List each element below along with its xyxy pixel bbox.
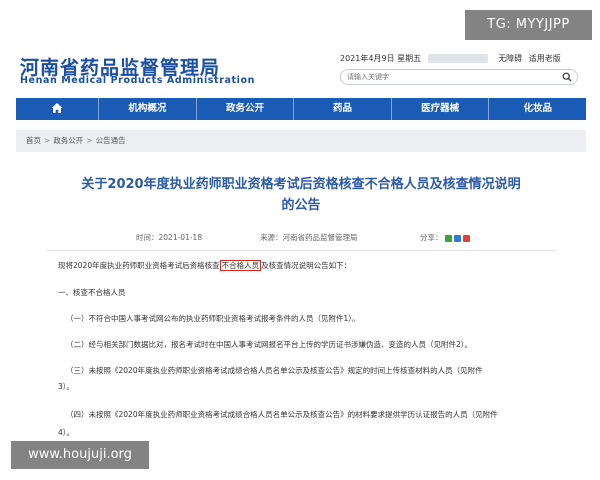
article-intro: 现将2020年度执业药师职业资格考试后资格核查 不合格人员 及核查情况说明公告如下： bbox=[58, 260, 351, 272]
date-bar: 2021年4月9日 星期五 无障碍 适用老版 bbox=[340, 53, 561, 64]
intro-after: 及核查情况说明公告如下： bbox=[261, 261, 352, 270]
qzone-share-icon[interactable] bbox=[453, 234, 461, 242]
list-item: （三）未按照《2020年度执业药师职业资格考试成绩合格人员名单公示及核查公告》规… bbox=[66, 366, 483, 375]
source-value: 河南省药品监督管理局 bbox=[282, 233, 358, 242]
share-label: 分享： bbox=[420, 233, 443, 242]
article-source: 来源：河南省药品监督管理局 bbox=[260, 232, 358, 243]
list-item: （二）经与相关部门数据比对，报名考试时在中国人事考试网报名平台上传的学历证书涉嫌… bbox=[66, 340, 473, 349]
nav-item-cosmetics[interactable]: 化妆品 bbox=[489, 98, 586, 120]
publish-time-value: 2021-01-18 bbox=[158, 233, 203, 242]
publish-time: 时间：2021-01-18 bbox=[136, 232, 202, 243]
list-item-continuation: 4）。 bbox=[58, 428, 75, 437]
breadcrumb-home[interactable]: 首页 bbox=[26, 136, 41, 145]
source-label: 来源： bbox=[260, 233, 283, 242]
main-nav: 机构概况 政务公开 药品 医疗器械 化妆品 bbox=[16, 98, 586, 120]
section-heading: 一、核查不合格人员 bbox=[58, 288, 126, 297]
accessibility-link[interactable]: 无障碍 bbox=[498, 54, 522, 63]
breadcrumb-separator: > bbox=[86, 136, 93, 145]
list-item: （一）不符合中国人事考试网公布的执业药师职业资格考试报考条件的人员（见附件1）。 bbox=[66, 314, 360, 323]
weibo-share-icon[interactable] bbox=[462, 234, 470, 242]
share-bar: 分享： bbox=[420, 232, 470, 243]
search-input[interactable] bbox=[347, 71, 547, 83]
nav-item-medical-devices[interactable]: 医疗器械 bbox=[392, 98, 490, 120]
breadcrumb: 首页 > 政务公开 > 公告通告 bbox=[16, 130, 586, 152]
article-title-line2: 的公告 bbox=[281, 198, 321, 213]
list-item-continuation: 3）。 bbox=[58, 382, 75, 391]
blurred-weather bbox=[427, 54, 488, 63]
watermark-top: TG: MYYJJPP bbox=[465, 10, 592, 40]
wechat-share-icon[interactable] bbox=[444, 234, 452, 242]
highlighted-term: 不合格人员 bbox=[219, 260, 262, 271]
meta-divider bbox=[46, 250, 556, 251]
home-icon bbox=[51, 102, 63, 113]
search-icon[interactable] bbox=[562, 72, 572, 82]
article-meta: 时间：2021-01-18 来源：河南省药品监督管理局 分享： bbox=[16, 232, 586, 246]
site-logo-en[interactable]: Henan Medical Products Administration bbox=[20, 75, 255, 86]
breadcrumb-separator: > bbox=[44, 136, 51, 145]
classic-version-link[interactable]: 适用老版 bbox=[529, 54, 561, 63]
intro-before: 现将2020年度执业药师职业资格考试后资格核查 bbox=[58, 261, 220, 270]
nav-item-drugs[interactable]: 药品 bbox=[294, 98, 392, 120]
nav-item-organization[interactable]: 机构概况 bbox=[99, 98, 197, 120]
search-box bbox=[340, 69, 578, 85]
publish-time-label: 时间： bbox=[136, 233, 159, 242]
breadcrumb-announcements[interactable]: 公告通告 bbox=[96, 136, 126, 145]
nav-item-government-affairs[interactable]: 政务公开 bbox=[197, 98, 295, 120]
nav-home[interactable] bbox=[16, 98, 100, 120]
current-weekday: 星期五 bbox=[397, 54, 422, 63]
list-item: （四）未按照《2020年度执业药师职业资格考试成绩合格人员名单公示及核查公告》的… bbox=[66, 410, 498, 419]
article: 关于2020年度执业药师职业资格考试后资格核查不合格人员及核查情况说明 的公告 … bbox=[16, 152, 586, 480]
current-date: 2021年4月9日 bbox=[340, 54, 395, 63]
breadcrumb-government-affairs[interactable]: 政务公开 bbox=[53, 136, 83, 145]
watermark-bottom: www.houjuji.org bbox=[11, 441, 149, 469]
article-title-line1: 关于2020年度执业药师职业资格考试后资格核查不合格人员及核查情况说明 bbox=[81, 177, 521, 192]
article-title: 关于2020年度执业药师职业资格考试后资格核查不合格人员及核查情况说明 的公告 bbox=[16, 174, 586, 216]
